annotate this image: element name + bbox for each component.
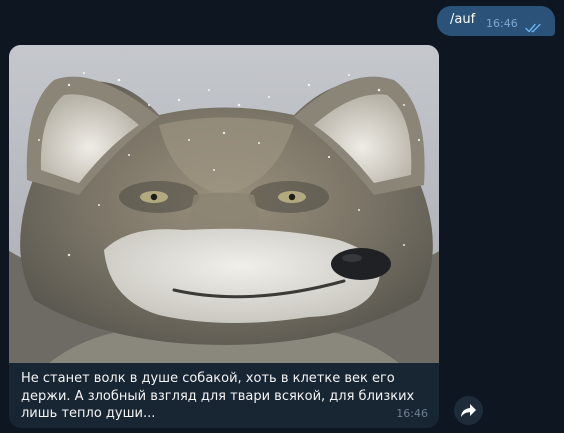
double-check-icon <box>525 18 543 33</box>
forward-button[interactable] <box>454 396 483 425</box>
message-caption: Не станет волк в душе собакой, хоть в кл… <box>21 371 415 421</box>
outgoing-message-text: /auf <box>450 12 476 27</box>
outgoing-message-time: 16:46 <box>486 17 518 30</box>
wolf-photo[interactable] <box>9 45 439 363</box>
incoming-message-time: 16:46 <box>396 407 428 420</box>
outgoing-message-bubble[interactable]: /auf 16:46 <box>437 6 555 36</box>
share-arrow-icon <box>461 404 476 417</box>
incoming-message-bubble[interactable]: Не станет волк в душе собакой, хоть в кл… <box>9 45 439 428</box>
